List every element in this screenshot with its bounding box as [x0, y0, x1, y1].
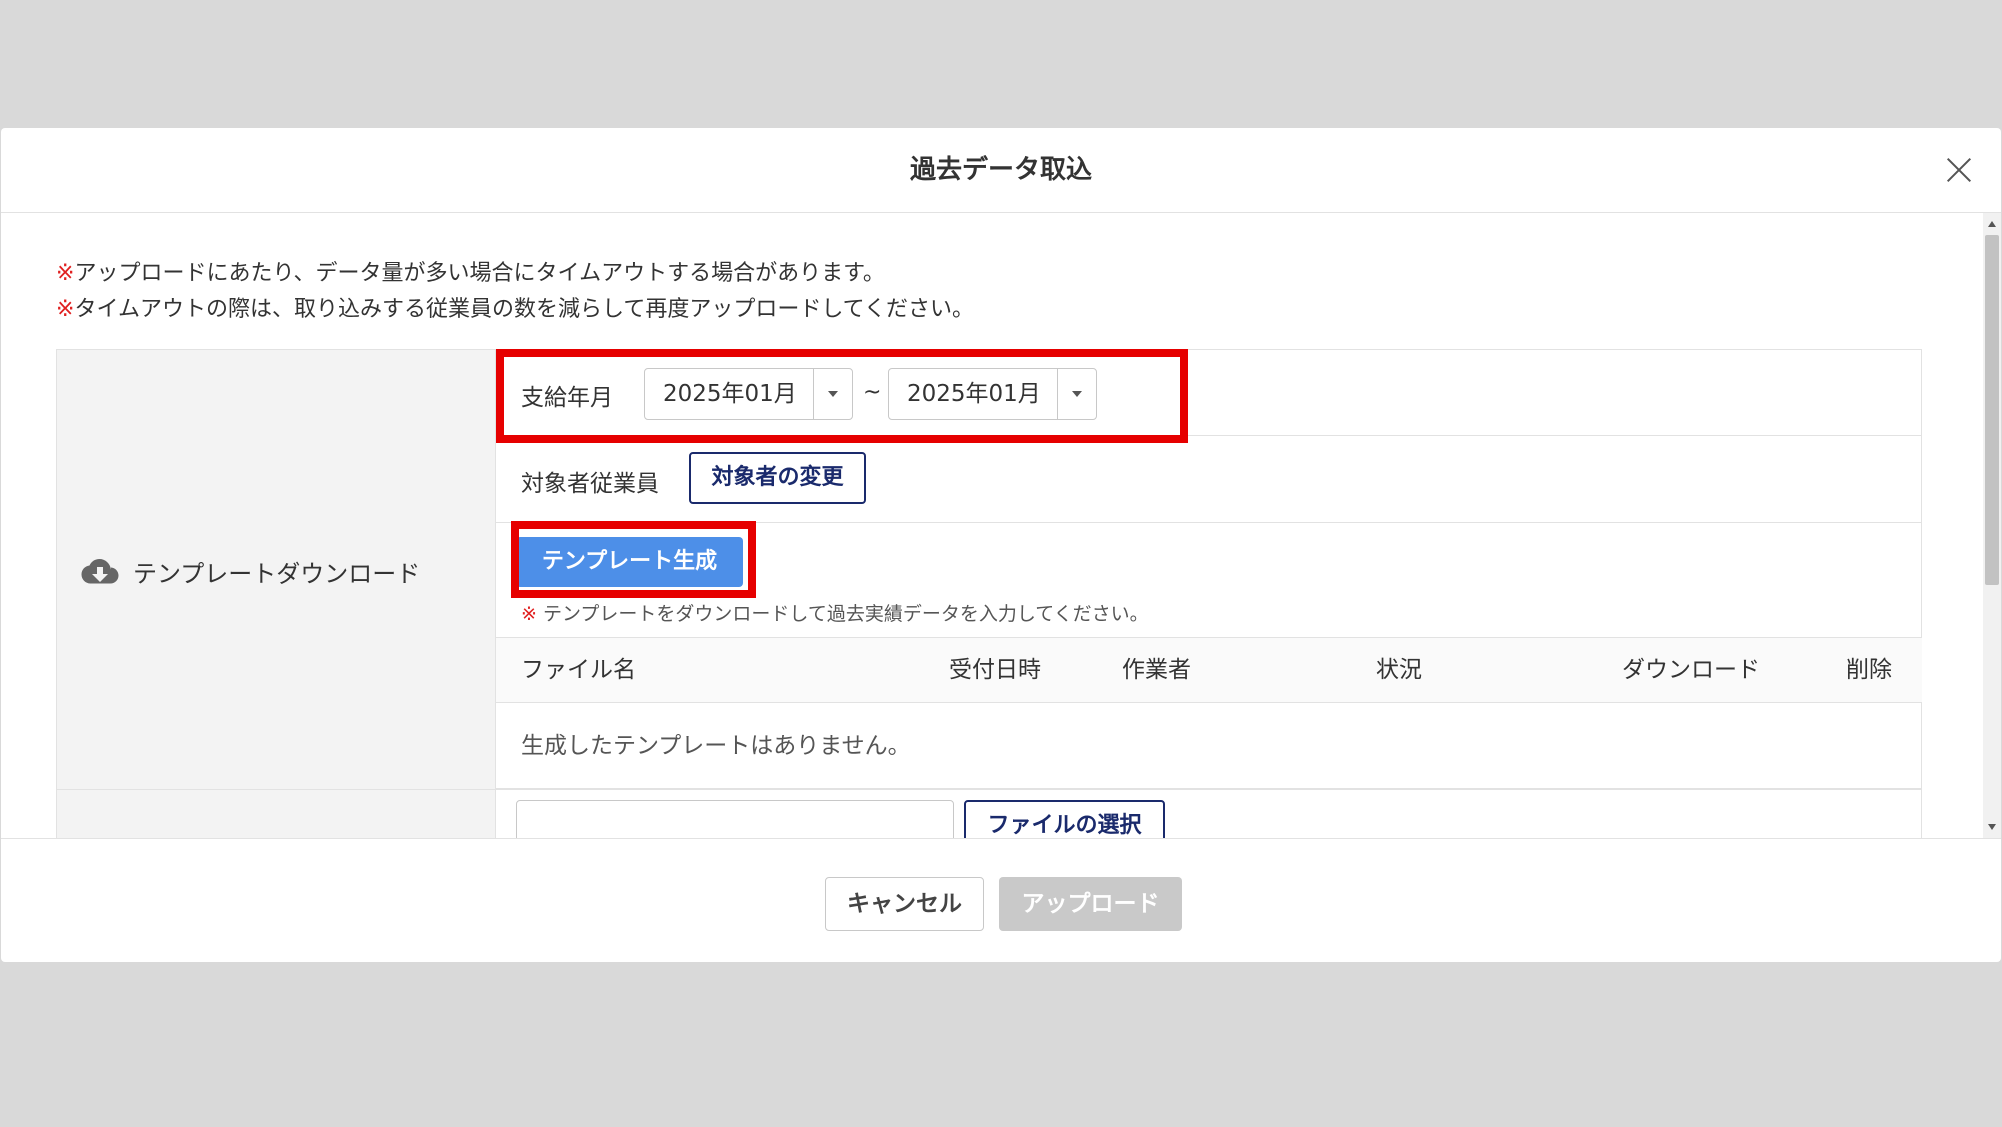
- pay-period-from-value: 2025年01月: [663, 381, 797, 407]
- header-download: ダウンロード: [1622, 657, 1760, 683]
- template-download-label: テンプレートダウンロード: [81, 554, 420, 589]
- notice-mark: ※: [56, 297, 75, 322]
- notice-text: タイムアウトの際は、取り込みする従業員の数を減らして再度アップロードしてください…: [74, 297, 975, 322]
- pay-period-to-select[interactable]: 2025年01月: [888, 368, 1097, 420]
- generate-row: テンプレート生成 ※ テンプレートをダウンロードして過去実績データを入力してくだ…: [496, 522, 1922, 638]
- chevron-down-icon[interactable]: [1057, 369, 1096, 419]
- modal-title: 過去データ取込: [909, 155, 1092, 185]
- generate-template-button[interactable]: テンプレート生成: [516, 537, 743, 587]
- pay-period-row: 支給年月 2025年01月 ~ 2025年01月: [496, 350, 1922, 436]
- form-table: テンプレートダウンロード 支給年月 2025年01月 ~ 2025年01月 対象…: [56, 349, 1922, 838]
- header-status: 状況: [1376, 657, 1422, 683]
- modal-footer: キャンセル アップロード: [1, 838, 2001, 962]
- header-operator: 作業者: [1122, 657, 1191, 683]
- notice-mark: ※: [56, 261, 75, 286]
- pay-period-label: 支給年月: [521, 385, 613, 411]
- cancel-button[interactable]: キャンセル: [825, 877, 984, 931]
- close-icon[interactable]: [1941, 152, 1977, 188]
- header-file-name: ファイル名: [521, 657, 636, 683]
- cloud-download-icon: [81, 558, 119, 583]
- scrollbar-thumb[interactable]: [1985, 235, 1999, 585]
- target-employees-row: 対象者従業員 対象者の変更: [496, 436, 1922, 522]
- modal-header: 過去データ取込: [1, 128, 2001, 213]
- file-path-input[interactable]: [516, 800, 954, 838]
- scroll-up-icon[interactable]: [1988, 221, 1996, 227]
- upload-label-cell: [57, 789, 496, 838]
- template-download-label-cell: テンプレートダウンロード: [57, 350, 496, 789]
- notice-reduce: ※タイムアウトの際は、取り込みする従業員の数を減らして再度アップロードしてくださ…: [56, 291, 974, 323]
- upload-button[interactable]: アップロード: [999, 877, 1182, 931]
- notice-timeout: ※アップロードにあたり、データ量が多い場合にタイムアウトする場合があります。: [56, 255, 885, 287]
- scroll-down-icon[interactable]: [1988, 824, 1996, 830]
- pay-period-to-value: 2025年01月: [907, 381, 1041, 407]
- select-file-button[interactable]: ファイルの選択: [964, 800, 1165, 838]
- header-delete: 削除: [1846, 657, 1892, 683]
- import-modal: 過去データ取込 ※アップロードにあたり、データ量が多い場合にタイムアウトする場合…: [1, 128, 2001, 962]
- hint-text: テンプレートをダウンロードして過去実績データを入力してください。: [536, 603, 1149, 625]
- hint-mark: ※: [521, 603, 537, 625]
- header-received-at: 受付日時: [949, 657, 1041, 683]
- empty-message: 生成したテンプレートはありません。: [521, 733, 911, 759]
- notice-text: アップロードにあたり、データ量が多い場合にタイムアウトする場合があります。: [74, 261, 885, 286]
- chevron-down-icon[interactable]: [813, 369, 852, 419]
- period-separator: ~: [863, 380, 882, 405]
- target-employees-label: 対象者従業員: [521, 471, 659, 497]
- template-hint: ※ テンプレートをダウンロードして過去実績データを入力してください。: [521, 599, 1149, 626]
- change-target-button[interactable]: 対象者の変更: [689, 452, 866, 504]
- pay-period-from-select[interactable]: 2025年01月: [644, 368, 853, 420]
- template-table-empty-row: 生成したテンプレートはありません。: [496, 703, 1922, 789]
- modal-body: ※アップロードにあたり、データ量が多い場合にタイムアウトする場合があります。 ※…: [1, 213, 2001, 838]
- template-table-header: ファイル名 受付日時 作業者 状況 ダウンロード 削除: [496, 638, 1922, 703]
- template-download-text: テンプレートダウンロード: [133, 560, 421, 588]
- scrollbar[interactable]: [1983, 213, 2001, 838]
- upload-row: ファイルの選択: [496, 789, 1922, 838]
